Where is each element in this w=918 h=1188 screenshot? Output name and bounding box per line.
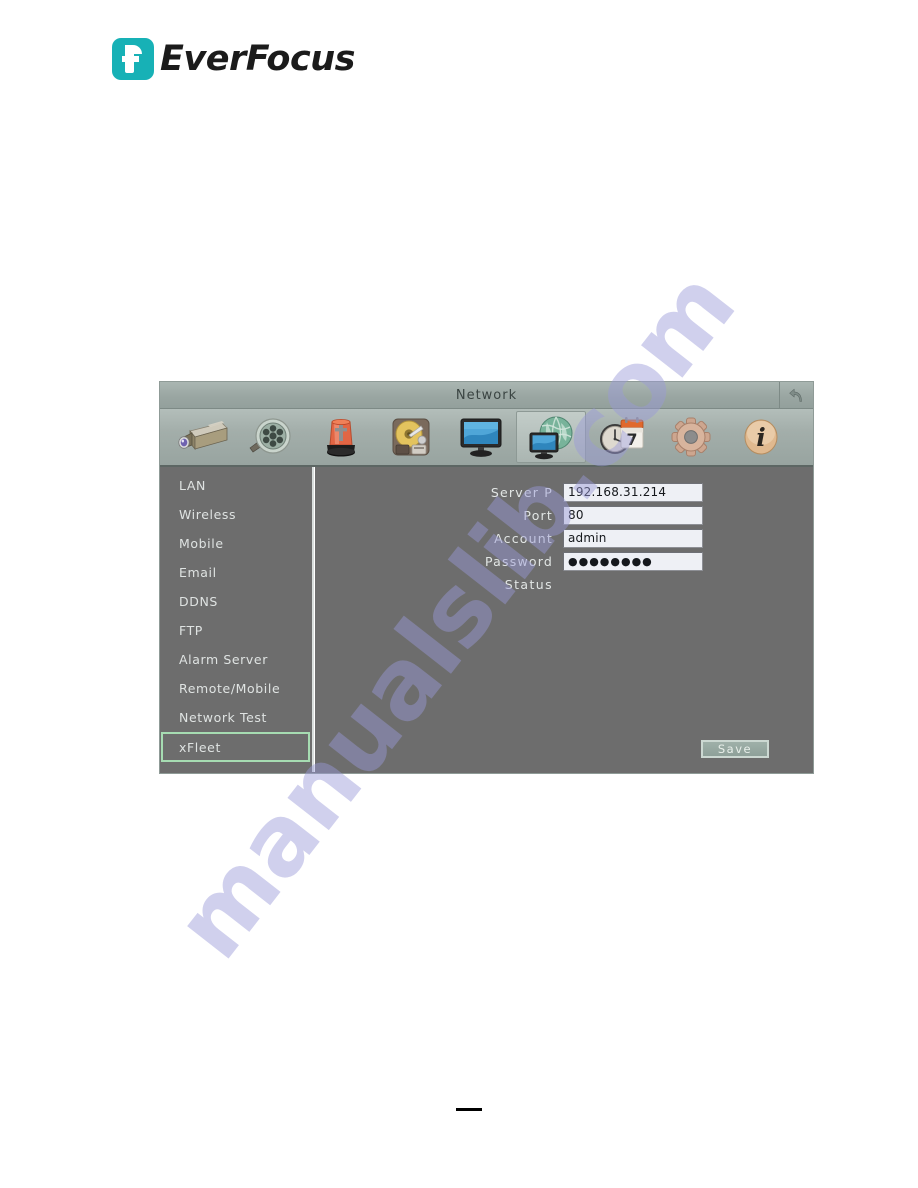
sidebar-item-xfleet[interactable]: xFleet	[161, 732, 310, 762]
window-body: LAN Wireless Mobile Email DDNS FTP Alarm…	[160, 467, 813, 772]
status-label: Status	[504, 576, 553, 592]
sidebar-item-alarm-server[interactable]: Alarm Server	[160, 645, 312, 674]
main-icon-toolbar: 7 i	[160, 409, 813, 467]
toolbar-monitor-icon[interactable]	[446, 411, 516, 463]
toolbar-film-reel-icon[interactable]	[236, 411, 306, 463]
server-ip-input[interactable]: 192.168.31.214	[563, 482, 703, 502]
toolbar-network-globe-icon[interactable]	[516, 411, 586, 463]
toolbar-hard-disk-icon[interactable]	[376, 411, 446, 463]
svg-text:i: i	[756, 423, 766, 452]
network-submenu-sidebar: LAN Wireless Mobile Email DDNS FTP Alarm…	[160, 467, 314, 772]
sidebar-item-lan[interactable]: LAN	[160, 471, 312, 500]
svg-text:7: 7	[626, 430, 637, 449]
sidebar-item-label: xFleet	[179, 739, 221, 755]
sidebar-item-label: Wireless	[179, 507, 237, 522]
sidebar-item-label: DDNS	[179, 594, 218, 609]
document-page: EverFocus Network 7 i LAN Wireless Mobil…	[0, 0, 918, 1188]
form-row-status: Status	[315, 573, 813, 595]
xfleet-settings-panel: Server P 192.168.31.214 Port 80 Account …	[314, 467, 813, 772]
password-input[interactable]: ●●●●●●●●	[563, 551, 703, 571]
sidebar-item-label: Alarm Server	[179, 652, 268, 667]
form-row-password: Password ●●●●●●●●	[315, 550, 813, 572]
back-arrow-icon[interactable]	[779, 382, 813, 408]
sidebar-item-label: Remote/Mobile	[179, 681, 281, 696]
sidebar-item-label: Email	[179, 565, 217, 580]
everfocus-wordmark: EverFocus	[160, 38, 355, 79]
sidebar-item-label: Mobile	[179, 536, 224, 551]
page-title: Network	[455, 387, 518, 403]
sidebar-item-label: Network Test	[179, 710, 267, 725]
port-label: Port	[523, 507, 553, 523]
everfocus-logo: EverFocus	[112, 38, 355, 80]
save-button[interactable]: Save	[701, 740, 769, 758]
account-label: Account	[494, 530, 553, 546]
form-row-port: Port 80	[315, 504, 813, 526]
form-row-server-ip: Server P 192.168.31.214	[315, 481, 813, 503]
page-footer-mark	[456, 1108, 482, 1111]
toolbar-info-icon[interactable]: i	[726, 411, 796, 463]
port-input[interactable]: 80	[563, 505, 703, 525]
sidebar-item-label: LAN	[179, 478, 206, 493]
sidebar-item-ddns[interactable]: DDNS	[160, 587, 312, 616]
sidebar-item-mobile[interactable]: Mobile	[160, 529, 312, 558]
window-title-bar: Network	[160, 382, 813, 409]
toolbar-gear-icon[interactable]	[656, 411, 726, 463]
password-label: Password	[485, 553, 553, 569]
sidebar-item-wireless[interactable]: Wireless	[160, 500, 312, 529]
everfocus-mark-icon	[112, 38, 154, 80]
server-ip-label: Server P	[490, 484, 553, 500]
sidebar-item-remote-mobile[interactable]: Remote/Mobile	[160, 674, 312, 703]
sidebar-item-ftp[interactable]: FTP	[160, 616, 312, 645]
toolbar-clock-calendar-icon[interactable]: 7	[586, 411, 656, 463]
account-input[interactable]: admin	[563, 528, 703, 548]
toolbar-camera-icon[interactable]	[166, 411, 236, 463]
sidebar-item-label: FTP	[179, 623, 203, 638]
xfleet-form: Server P 192.168.31.214 Port 80 Account …	[315, 481, 813, 596]
dvr-network-window: Network 7 i LAN Wireless Mobile Email DD…	[160, 382, 813, 773]
sidebar-item-email[interactable]: Email	[160, 558, 312, 587]
toolbar-alarm-siren-icon[interactable]	[306, 411, 376, 463]
form-row-account: Account admin	[315, 527, 813, 549]
sidebar-item-network-test[interactable]: Network Test	[160, 703, 312, 732]
